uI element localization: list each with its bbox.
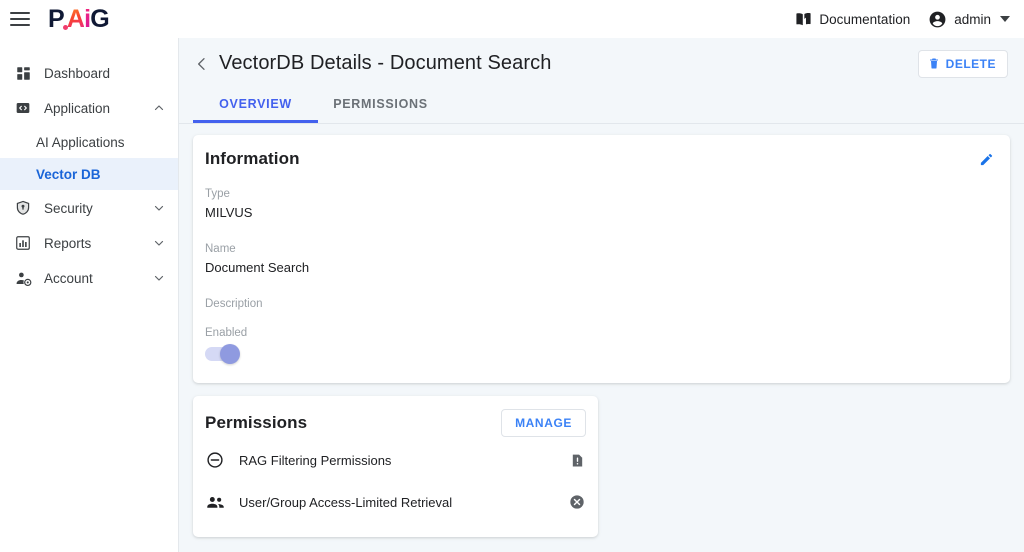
field-value: Document Search xyxy=(205,259,310,275)
manage-button[interactable]: MANAGE xyxy=(501,408,586,437)
person-gear-icon xyxy=(14,269,32,287)
tab-permissions[interactable]: PERMISSIONS xyxy=(318,89,443,123)
sidebar-item-reports[interactable]: Reports xyxy=(0,226,178,260)
permission-row-user-group-access[interactable]: User/Group Access-Limited Retrieval xyxy=(205,484,586,521)
tab-label: PERMISSIONS xyxy=(333,96,428,111)
trash-icon xyxy=(928,57,940,70)
permissions-card: Permissions MANAGE RAG Filtering Permiss… xyxy=(193,395,598,537)
chevron-down-icon[interactable] xyxy=(152,271,166,285)
page-title: VectorDB Details - Document Search xyxy=(219,52,552,74)
chevron-up-icon[interactable] xyxy=(152,101,166,115)
logo-letter-p: P xyxy=(48,4,65,33)
hamburger-menu-icon[interactable] xyxy=(10,7,34,31)
field-enabled: Enabled xyxy=(205,325,996,364)
chevron-left-icon[interactable] xyxy=(193,55,211,73)
information-card: Information Type MILVUS Name Document Se… xyxy=(193,135,1010,383)
permission-row-rag-filtering[interactable]: RAG Filtering Permissions xyxy=(205,442,586,479)
chevron-down-icon[interactable] xyxy=(152,236,166,250)
paig-logo[interactable]: P A i G xyxy=(48,4,110,33)
user-menu[interactable]: admin xyxy=(928,10,1010,29)
sidebar-navigation: Dashboard Application AI Applications Ve… xyxy=(0,38,179,552)
block-circle-icon xyxy=(205,450,225,470)
sidebar-item-label: Security xyxy=(44,200,93,216)
page-header: VectorDB Details - Document Search DELET… xyxy=(179,38,1024,89)
logo-letter-a: A xyxy=(66,4,85,33)
field-label: Enabled xyxy=(205,326,248,339)
sidebar-item-dashboard[interactable]: Dashboard xyxy=(0,56,178,90)
sidebar-subitem-label: Vector DB xyxy=(36,166,101,182)
permissions-header: Permissions MANAGE xyxy=(205,408,586,437)
documentation-label: Documentation xyxy=(819,11,911,27)
tab-overview[interactable]: OVERVIEW xyxy=(193,89,318,123)
top-app-bar: P A i G Documentation admin xyxy=(0,0,1024,38)
tab-bar: OVERVIEW PERMISSIONS xyxy=(179,89,1024,124)
field-label: Description xyxy=(205,297,263,310)
group-people-icon xyxy=(205,492,225,512)
hamburger-line xyxy=(10,24,30,26)
sidebar-item-security[interactable]: Security xyxy=(0,191,178,225)
dashboard-icon xyxy=(14,64,32,82)
book-icon xyxy=(795,11,812,28)
delete-label: DELETE xyxy=(945,56,996,71)
sidebar-item-label: Account xyxy=(44,270,93,286)
shield-icon xyxy=(14,199,32,217)
sidebar-item-account[interactable]: Account xyxy=(0,261,178,295)
content-area: Information Type MILVUS Name Document Se… xyxy=(179,124,1024,537)
top-bar-actions: Documentation admin xyxy=(795,10,1010,29)
hamburger-line xyxy=(10,12,30,14)
main-content: VectorDB Details - Document Search DELET… xyxy=(179,38,1024,552)
logo-letter-g: G xyxy=(90,4,109,33)
delete-button[interactable]: DELETE xyxy=(917,49,1008,78)
field-type: Type MILVUS xyxy=(205,186,996,224)
sidebar-item-application[interactable]: Application xyxy=(0,91,178,125)
code-box-icon xyxy=(14,99,32,117)
field-value: MILVUS xyxy=(205,205,253,221)
hamburger-line xyxy=(10,18,30,20)
field-description: Description xyxy=(205,296,996,312)
information-title: Information xyxy=(205,149,300,168)
warning-badge-icon xyxy=(568,451,586,469)
bar-chart-icon xyxy=(14,234,32,252)
chevron-down-icon[interactable] xyxy=(152,201,166,215)
pencil-icon[interactable] xyxy=(975,148,997,170)
account-circle-icon xyxy=(928,10,947,29)
toggle-knob xyxy=(220,343,240,364)
sidebar-item-label: Reports xyxy=(44,235,92,251)
field-name: Name Document Search xyxy=(205,241,996,279)
tab-label: OVERVIEW xyxy=(219,96,292,111)
sidebar-item-vector-db[interactable]: Vector DB xyxy=(0,158,178,190)
permissions-title: Permissions xyxy=(205,412,308,432)
field-label: Name xyxy=(205,242,236,255)
user-label: admin xyxy=(954,11,991,27)
sidebar-subitem-label: AI Applications xyxy=(36,134,125,150)
sidebar-item-label: Dashboard xyxy=(44,65,111,81)
sidebar-item-label: Application xyxy=(44,100,111,116)
enabled-toggle[interactable] xyxy=(205,343,240,364)
chevron-down-icon xyxy=(1000,16,1010,22)
sidebar-item-ai-applications[interactable]: AI Applications xyxy=(0,126,178,158)
permission-label: User/Group Access-Limited Retrieval xyxy=(239,494,453,510)
documentation-link[interactable]: Documentation xyxy=(795,11,910,28)
field-label: Type xyxy=(205,188,230,200)
permission-label: RAG Filtering Permissions xyxy=(239,452,392,468)
no-chevron xyxy=(152,66,166,80)
cancel-circle-icon xyxy=(568,493,586,511)
